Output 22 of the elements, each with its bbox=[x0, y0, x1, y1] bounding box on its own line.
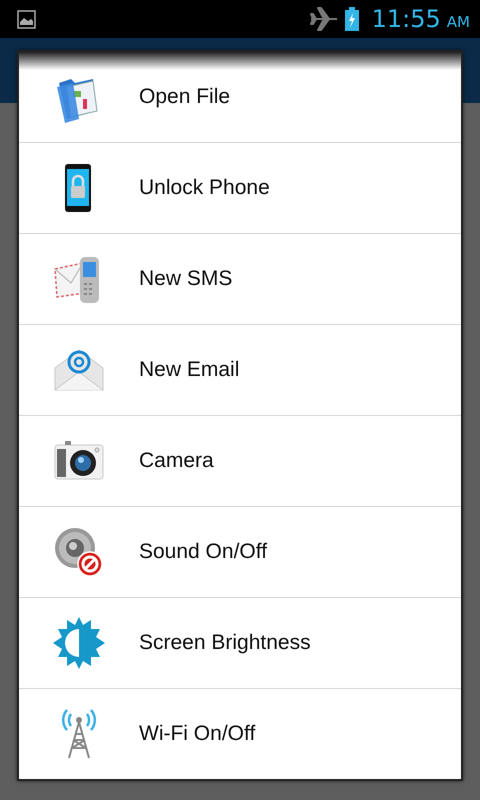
airplane-icon bbox=[310, 7, 338, 31]
menu-item[interactable]: Open File bbox=[19, 52, 461, 142]
menu-item-label: New Email bbox=[139, 358, 240, 382]
clock-time: 11:55 bbox=[372, 5, 441, 33]
battery-icon bbox=[344, 7, 360, 31]
menu-item-label: Screen Brightness bbox=[139, 631, 311, 655]
brightness-icon bbox=[53, 617, 105, 669]
menu-item[interactable]: New SMS bbox=[19, 233, 461, 324]
menu-item[interactable]: New Email bbox=[19, 324, 461, 415]
menu-item-label: Open File bbox=[139, 85, 230, 109]
menu-item-label: Wi-Fi On/Off bbox=[139, 722, 256, 746]
clock-meridiem: AM bbox=[446, 13, 470, 31]
menu-item[interactable]: Camera bbox=[19, 415, 461, 506]
menu-item-label: New SMS bbox=[139, 267, 232, 291]
menu-item-label: Unlock Phone bbox=[139, 176, 270, 200]
menu-item[interactable]: Screen Brightness bbox=[19, 597, 461, 688]
menu-item[interactable]: Sound On/Off bbox=[19, 506, 461, 597]
menu-item[interactable]: Unlock Phone bbox=[19, 142, 461, 233]
menu-item-label: Sound On/Off bbox=[139, 540, 268, 564]
picture-icon bbox=[17, 10, 36, 28]
menu-item[interactable]: Wi-Fi On/Off bbox=[19, 688, 461, 779]
menu-item-label: Camera bbox=[139, 449, 214, 473]
